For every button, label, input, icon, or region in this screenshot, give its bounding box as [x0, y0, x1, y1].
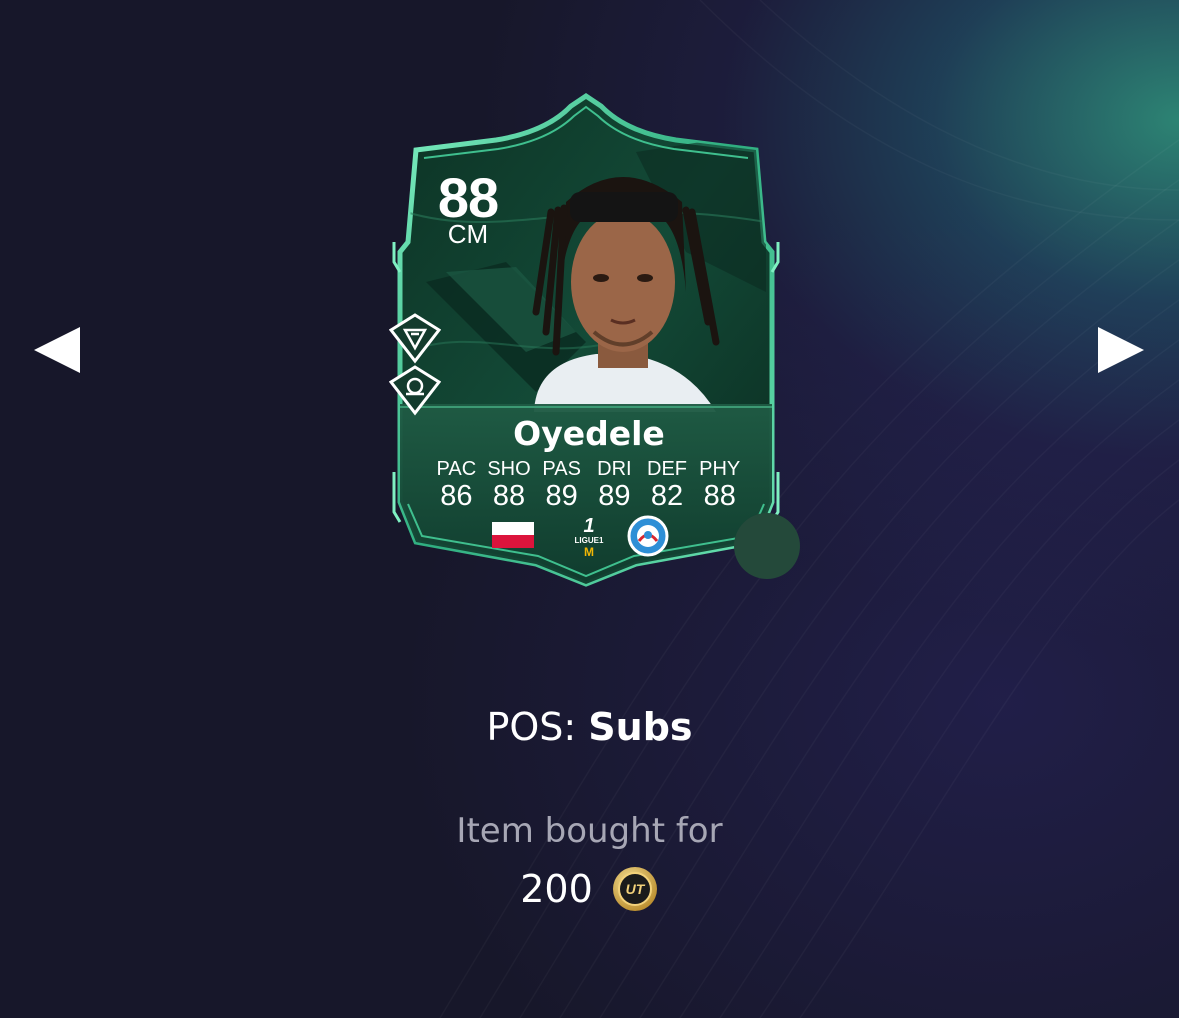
playstyle-diamond-icon [389, 365, 441, 416]
stat-label: SHO [487, 458, 531, 480]
league-sponsor: M [584, 545, 594, 559]
stat-label: PHY [699, 458, 741, 480]
stat-value: 88 [492, 480, 526, 512]
ut-coin-icon: UT [612, 867, 657, 911]
nation-flag-icon [492, 522, 534, 548]
stat-phy: PHY 88 [693, 458, 746, 512]
player-stats: PAC 86 SHO 88 PAS 89 DRI 89 DEF 82 PHY 8… [430, 458, 746, 512]
stat-sho: SHO 88 [483, 458, 536, 512]
league-logo-icon: 1 LIGUE1 M [574, 516, 604, 558]
position-label: POS: [486, 705, 577, 749]
stat-value: 89 [598, 480, 631, 512]
stat-def: DEF 82 [641, 458, 694, 512]
player-name: Oyedele [513, 414, 665, 453]
playstyle-plus-diamond-icon [389, 313, 441, 364]
previous-item-button[interactable] [33, 326, 83, 376]
stat-label: PAS [542, 458, 581, 480]
coin-text: UT [625, 881, 645, 897]
stat-label: DRI [597, 458, 632, 480]
stat-pac: PAC 86 [430, 458, 483, 512]
position-info: POS: Subs [0, 702, 1179, 752]
stat-label: PAC [436, 458, 477, 480]
player-rating: 88 [437, 166, 499, 229]
triangle-right-icon [1098, 327, 1144, 373]
next-item-button[interactable] [1097, 326, 1147, 376]
stat-pas: PAS 89 [535, 458, 588, 512]
position-value: Subs [588, 705, 693, 749]
price-row: 200 UT [0, 864, 1179, 914]
purchase-price: 200 [520, 867, 593, 911]
stat-dri: DRI 89 [588, 458, 641, 512]
chemistry-indicator [734, 513, 800, 579]
player-position: CM [447, 219, 489, 249]
stat-label: DEF [647, 458, 688, 480]
bought-label: Item bought for [456, 811, 723, 851]
stat-value: 89 [545, 480, 578, 512]
player-card[interactable]: 88 CM Oyedele PAC 86 SHO 88 PAS 89 DRI 8… [386, 92, 800, 587]
rc-strasbourg-badge-icon [627, 515, 669, 557]
stat-value: 88 [703, 480, 736, 512]
triangle-left-icon [34, 327, 80, 373]
league-mark: 1 [583, 515, 595, 537]
stat-value: 86 [440, 480, 473, 512]
stat-value: 82 [650, 480, 684, 512]
